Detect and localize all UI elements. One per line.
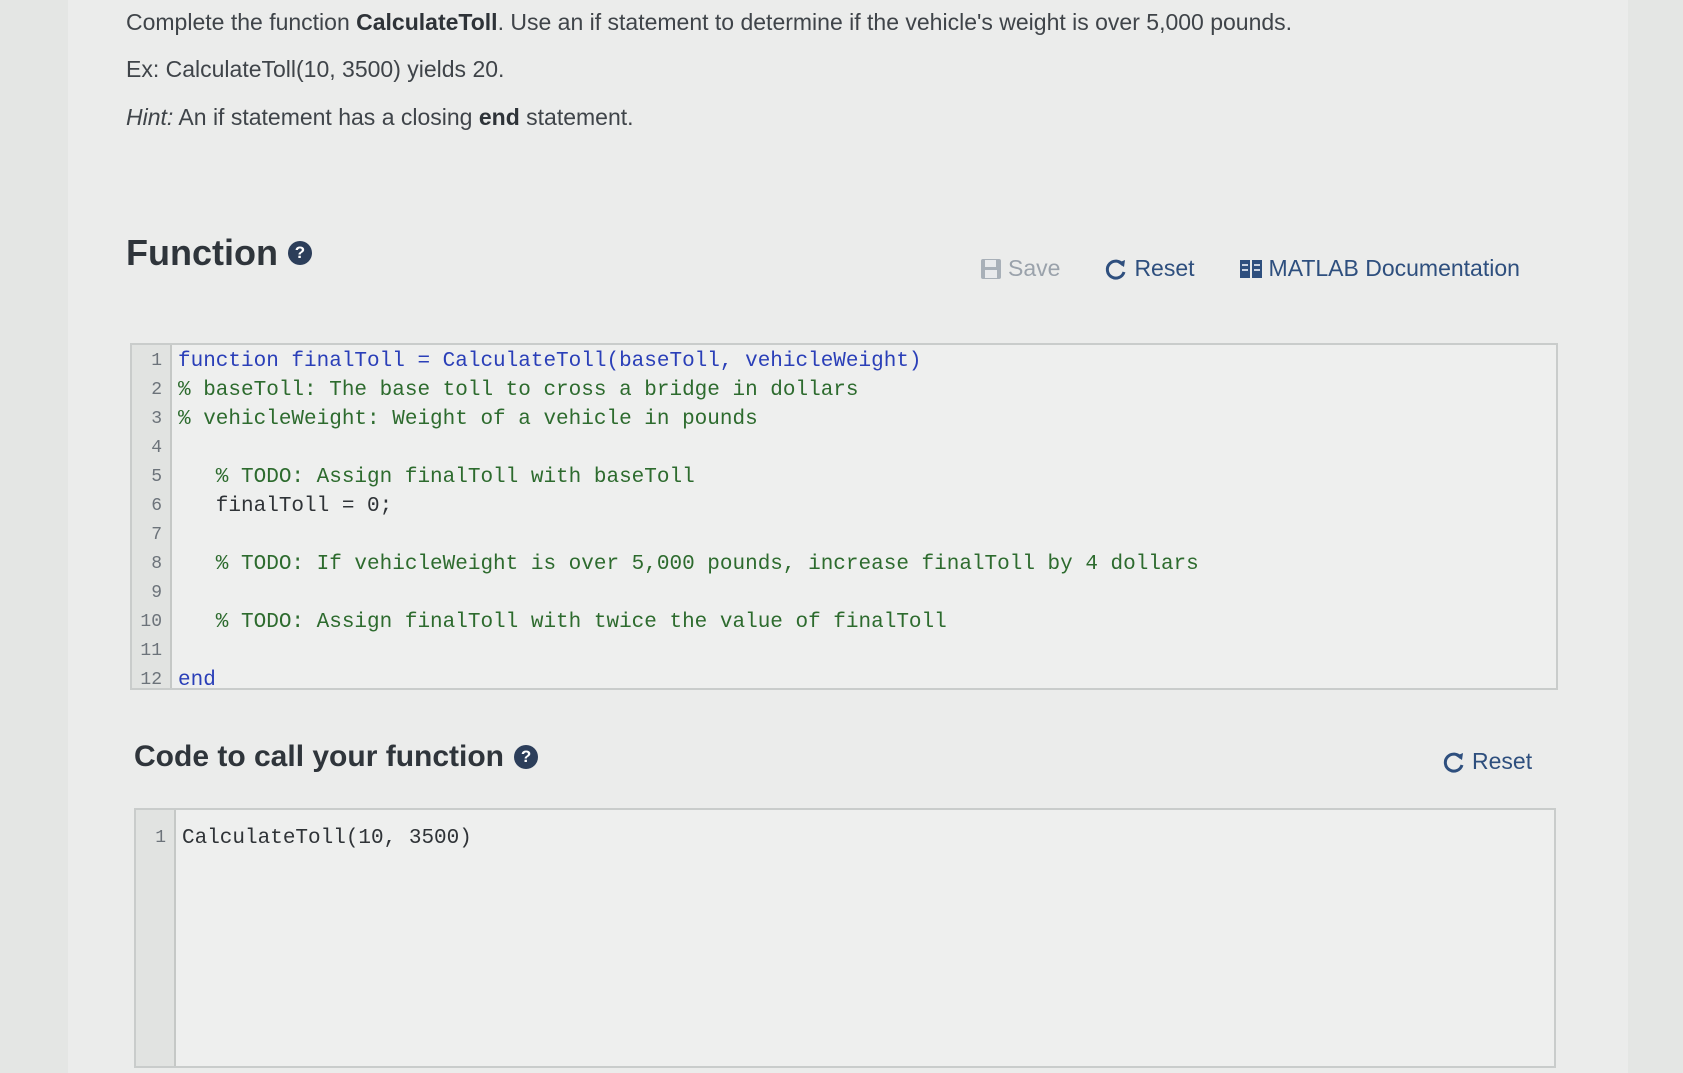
call-section-title: Code to call your function ? — [134, 740, 539, 774]
save-button[interactable]: Save — [980, 255, 1060, 282]
code-text: % vehicleWeight: Weight of a vehicle in … — [178, 408, 758, 431]
reset-button[interactable]: Reset — [1104, 255, 1195, 282]
code-line[interactable]: 1 function finalToll = CalculateToll(base… — [132, 347, 1556, 376]
save-label: Save — [1008, 255, 1061, 281]
code-text: % TODO: Assign finalToll with baseToll — [178, 466, 695, 489]
code-line[interactable]: 1 CalculateToll(10, 3500) — [136, 824, 1554, 853]
hint-line: Hint: An if statement has a closing end … — [126, 92, 634, 142]
example-line: Ex: CalculateToll(10, 3500) yields 20. — [126, 56, 505, 82]
hint-text: An if statement has a closing — [173, 104, 479, 130]
question-circle-icon[interactable]: ? — [514, 745, 539, 769]
function-title-text: Function — [126, 232, 278, 273]
hint-bold: end — [478, 104, 520, 130]
instruction-line-1: Complete the function CalculateToll. Use… — [126, 0, 1292, 47]
code-line[interactable]: 2 % baseToll: The base toll to cross a br… — [132, 376, 1556, 405]
code-text: end — [178, 669, 216, 692]
line-number: 7 — [151, 525, 162, 545]
reset-label: Reset — [1134, 255, 1195, 281]
line-number: 4 — [151, 438, 162, 458]
matlab-documentation-link[interactable]: MATLAB Documentation — [1239, 255, 1520, 282]
hint-text-end: statement. — [519, 104, 634, 130]
code-line[interactable]: 4 — [132, 434, 1556, 463]
code-line[interactable]: 11 — [132, 637, 1556, 666]
line-number: 9 — [151, 583, 162, 603]
code-line[interactable]: 5 % TODO: Assign finalToll with baseToll — [132, 463, 1556, 492]
function-section-title: Function ? — [126, 232, 312, 274]
reset-button[interactable]: Reset — [1442, 748, 1532, 775]
code-line[interactable]: 7 — [132, 521, 1556, 550]
code-text: % TODO: If vehicleWeight is over 5,000 p… — [178, 553, 1199, 576]
code-line[interactable]: 10 % TODO: Assign finalToll with twice t… — [132, 608, 1556, 637]
call-toolbar: Reset — [1442, 748, 1532, 775]
line-number: 1 — [155, 828, 166, 848]
line-number: 5 — [151, 467, 162, 487]
line-number: 10 — [140, 612, 162, 632]
function-toolbar: Save Reset MATLAB Documentation — [980, 255, 1520, 282]
line-number: 11 — [140, 641, 162, 661]
code-line[interactable]: 8 % TODO: If vehicleWeight is over 5,000… — [132, 550, 1556, 579]
floppy-disk-icon — [980, 258, 1002, 280]
call-title-text: Code to call your function — [134, 740, 505, 773]
function-code-editor[interactable]: 1 function finalToll = CalculateToll(base… — [130, 343, 1558, 692]
hint-label: Hint: — [126, 104, 174, 130]
code-line[interactable]: 6 finalToll = 0; — [132, 492, 1556, 521]
code-line[interactable]: 3 % vehicleWeight: Weight of a vehicle in… — [132, 405, 1556, 434]
line-number: 3 — [151, 409, 162, 429]
code-text: function finalToll = CalculateToll(baseT… — [178, 350, 922, 373]
instruction-text-end: . Use an if statement to determine if th… — [497, 9, 1293, 35]
line-number: 1 — [151, 351, 162, 371]
line-number: 2 — [151, 380, 162, 400]
line-number: 12 — [140, 670, 162, 690]
documentation-label: MATLAB Documentation — [1268, 255, 1520, 281]
line-number: 8 — [151, 554, 162, 574]
code-text: % baseToll: The base toll to cross a bri… — [178, 379, 859, 402]
function-name-bold: CalculateToll — [356, 9, 498, 35]
code-text: finalToll = 0; — [178, 495, 393, 518]
refresh-icon — [1104, 257, 1128, 281]
code-text: % TODO: Assign finalToll with twice the … — [178, 611, 947, 634]
book-icon — [1239, 258, 1263, 280]
code-text: CalculateToll(10, 3500) — [182, 827, 472, 850]
code-line[interactable]: 12 end — [132, 666, 1556, 695]
line-number: 6 — [151, 496, 162, 516]
code-line[interactable]: 9 — [132, 579, 1556, 608]
refresh-icon — [1442, 750, 1466, 774]
reset-label: Reset — [1472, 748, 1533, 774]
instruction-text: Complete the function — [126, 9, 357, 35]
question-circle-icon[interactable]: ? — [287, 241, 312, 265]
call-code-editor[interactable]: 1 CalculateToll(10, 3500) — [134, 808, 1556, 1068]
